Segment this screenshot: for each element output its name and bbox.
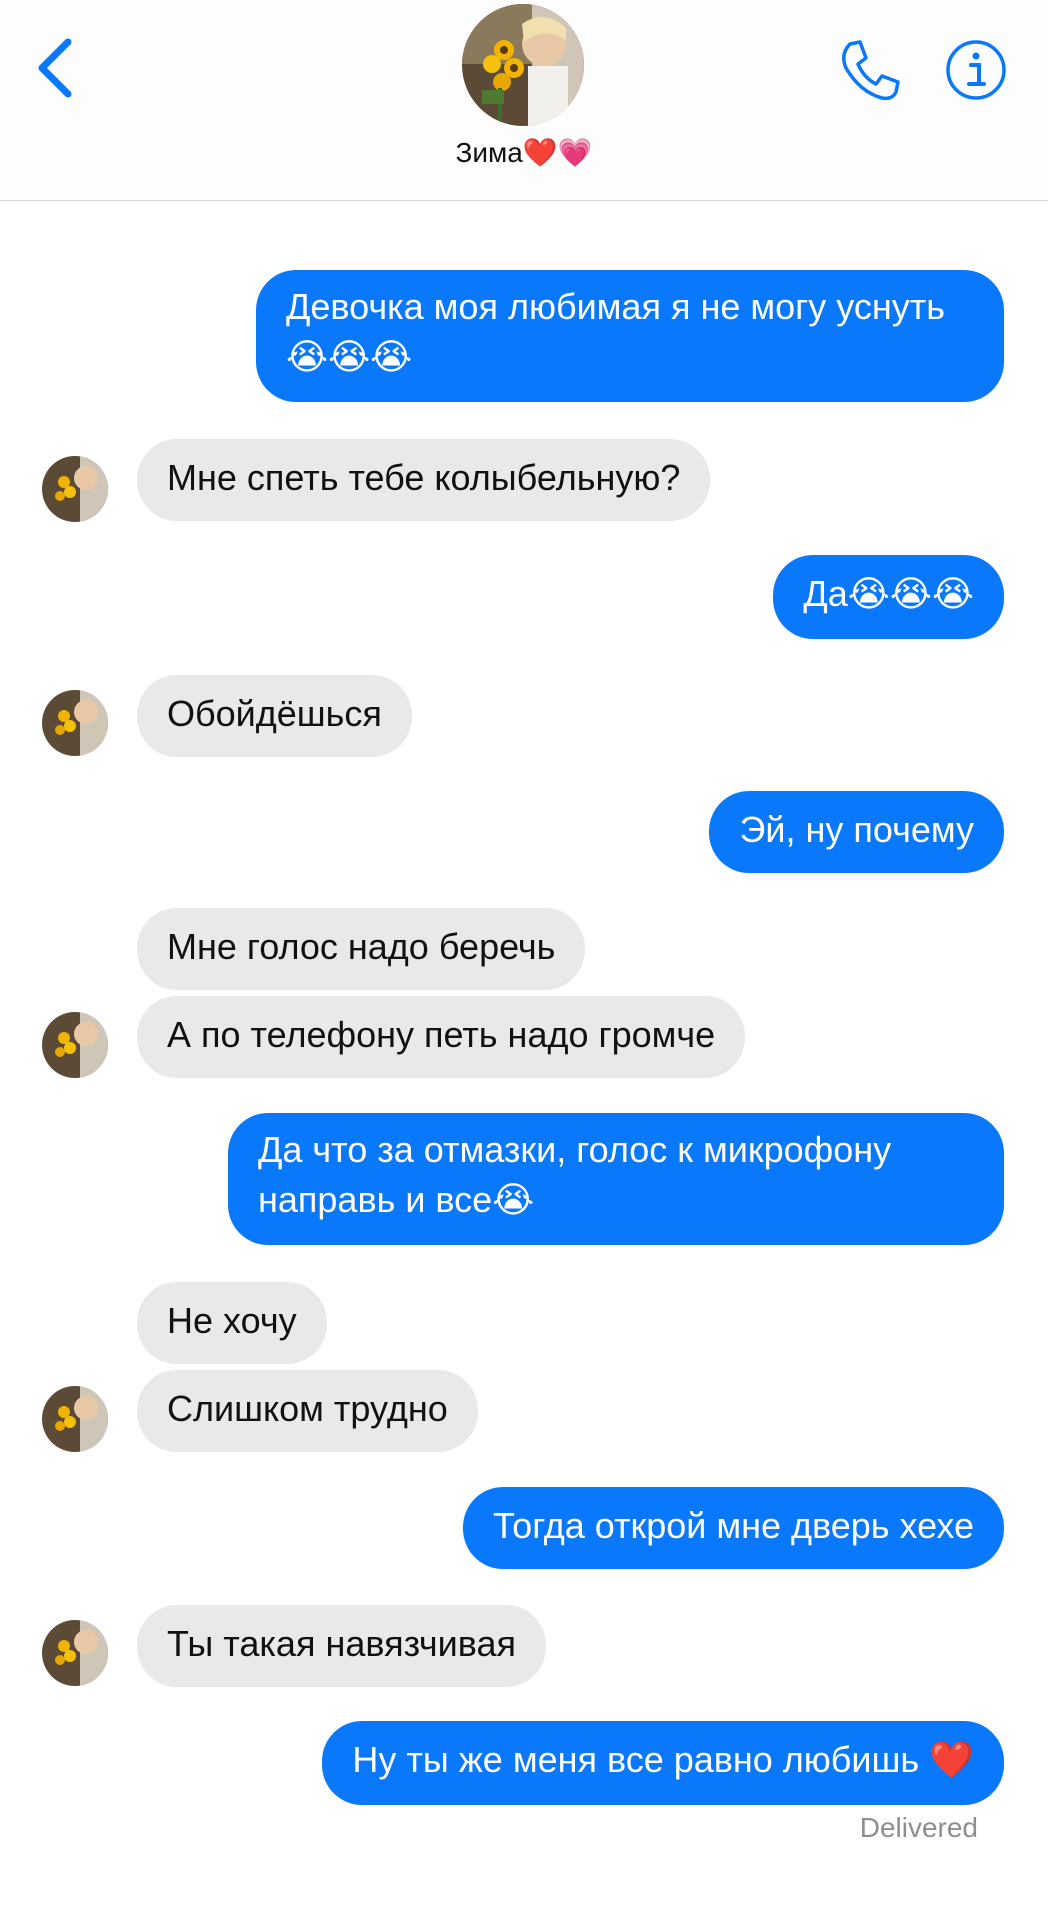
outgoing-message[interactable]: Да что за отмазки, голос к микрофону нап…: [228, 1113, 1004, 1245]
outgoing-message[interactable]: Ну ты же меня все равно любишь ❤️: [322, 1721, 1004, 1805]
message-text: Ты такая навязчивая: [167, 1623, 516, 1664]
message-text: Обойдёшься: [167, 693, 382, 734]
message-text: Тогда открой мне дверь хехе: [493, 1505, 974, 1546]
message-text: Эй, ну почему: [739, 809, 974, 850]
message-text: Не хочу: [167, 1300, 297, 1341]
info-icon: [946, 40, 1006, 100]
delivery-status: Delivered: [859, 1812, 978, 1843]
incoming-message[interactable]: Обойдёшься: [137, 675, 412, 757]
back-button[interactable]: [28, 28, 88, 108]
incoming-message[interactable]: Не хочу: [137, 1282, 327, 1364]
incoming-message[interactable]: Мне спеть тебе колыбельную?: [137, 439, 711, 521]
outgoing-message[interactable]: Эй, ну почему: [709, 791, 1004, 873]
message-text-line: Да что за отмазки, голос к микрофону: [258, 1129, 892, 1170]
message-text-line: направь и все😭: [258, 1179, 535, 1220]
outgoing-message[interactable]: Тогда открой мне дверь хехе: [463, 1487, 1004, 1569]
message-text: Мне голос надо беречь: [167, 926, 556, 967]
call-button[interactable]: [836, 36, 904, 104]
contact-name[interactable]: Зима❤️💗: [0, 136, 1048, 169]
incoming-message[interactable]: Мне голос надо беречь: [137, 908, 586, 990]
avatar: [42, 1012, 108, 1078]
message-text: Слишком трудно: [167, 1388, 448, 1429]
incoming-message[interactable]: Ты такая навязчивая: [137, 1605, 546, 1687]
contact-avatar[interactable]: [462, 4, 584, 126]
outgoing-message[interactable]: Да😭😭😭: [773, 555, 1004, 639]
avatar: [42, 1386, 108, 1452]
message-text: Да😭😭😭: [803, 573, 974, 614]
message-text-line: 😭😭😭: [286, 336, 413, 377]
message-text-line: Девочка моя любимая я не могу уснуть: [286, 286, 945, 327]
message-text: А по телефону петь надо громче: [167, 1014, 716, 1055]
conversation-header: Зима❤️💗: [0, 0, 1048, 201]
avatar: [42, 690, 108, 756]
avatar: [42, 1620, 108, 1686]
incoming-message[interactable]: Слишком трудно: [137, 1370, 478, 1452]
outgoing-message[interactable]: Девочка моя любимая я не могу уснуть 😭😭😭: [256, 270, 1004, 402]
avatar: [42, 456, 108, 522]
message-text: Мне спеть тебе колыбельную?: [167, 457, 681, 498]
incoming-message[interactable]: А по телефону петь надо громче: [137, 996, 746, 1078]
phone-icon: [842, 40, 900, 101]
info-button[interactable]: [944, 38, 1008, 102]
message-text: Ну ты же меня все равно любишь ❤️: [352, 1739, 974, 1780]
chevron-left-icon: [38, 38, 72, 98]
